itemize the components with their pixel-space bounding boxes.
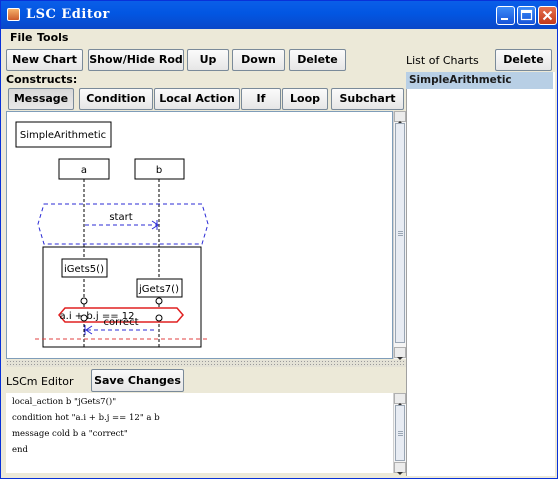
close-icon (542, 10, 553, 21)
app-icon (7, 8, 20, 21)
chart-name-label: SimpleArithmetic (20, 130, 106, 141)
construct-condition-button[interactable]: Condition (79, 88, 153, 110)
constructs-label: Constructs: (6, 73, 78, 86)
charts-list (406, 72, 555, 476)
lsc-diagram: SimpleArithmetic a b start iGets5() jGet… (15, 121, 210, 348)
lscm-text-area[interactable]: local_action b "jGets7()" condition hot … (6, 393, 393, 473)
minimize-button[interactable] (496, 6, 515, 25)
condition-anchor-b-top (155, 297, 163, 305)
code-line-2: condition hot "a.i + b.j == 12" a b (12, 413, 160, 423)
maximize-icon (520, 9, 533, 21)
scroll-down-button[interactable] (394, 347, 406, 360)
arrow-down-icon (397, 472, 403, 475)
main-window: LSC Editor File Tools New Chart Show/Hid… (0, 0, 558, 479)
charts-list-label: List of Charts (406, 54, 479, 67)
editor-scroll-down-button[interactable] (394, 462, 406, 475)
splitter[interactable] (6, 360, 406, 367)
scroll-thumb[interactable] (395, 123, 405, 343)
down-button[interactable]: Down (232, 49, 285, 71)
code-line-3: message cold b a "correct" (12, 429, 128, 439)
condition-anchor-a-top (80, 297, 88, 305)
code-line-4: end (12, 445, 28, 455)
construct-local-action-button[interactable]: Local Action (154, 88, 240, 110)
diagram-canvas[interactable]: SimpleArithmetic a b start iGets5() jGet… (6, 111, 393, 359)
construct-message-button[interactable]: Message (8, 88, 74, 110)
main-message-label: correct (103, 317, 138, 328)
instance-a-label: a (81, 165, 87, 176)
window-title: LSC Editor (26, 7, 110, 22)
condition-anchor-a (80, 314, 88, 322)
local-action-b-label: jGets7() (138, 284, 179, 295)
code-line-1: local_action b "jGets7()" (12, 397, 117, 407)
close-button[interactable] (538, 6, 557, 25)
new-chart-button[interactable]: New Chart (6, 49, 83, 71)
maximize-button[interactable] (517, 6, 536, 25)
menu-bar: File Tools (1, 29, 557, 47)
up-button[interactable]: Up (187, 49, 229, 71)
delete-chart-button[interactable]: Delete (495, 49, 552, 71)
prechart[interactable] (37, 203, 209, 245)
delete-construct-button[interactable]: Delete (289, 49, 346, 71)
editor-scroll-thumb[interactable] (395, 405, 405, 461)
menu-tools[interactable]: Tools (37, 31, 68, 44)
save-changes-button[interactable]: Save Changes (91, 369, 184, 392)
instance-b-label: b (156, 165, 162, 176)
chart-list-item[interactable]: SimpleArithmetic (406, 72, 553, 89)
diagram-vscrollbar[interactable] (393, 111, 406, 360)
editor-vscrollbar[interactable] (393, 393, 406, 475)
condition-anchor-b (155, 314, 163, 322)
show-hide-rod-button[interactable]: Show/Hide Rod (88, 49, 184, 71)
scroll-up-button[interactable] (394, 111, 406, 124)
title-bar[interactable]: LSC Editor (1, 1, 557, 29)
construct-loop-button[interactable]: Loop (282, 88, 328, 110)
local-action-a-label: iGets5() (64, 264, 104, 275)
editor-scroll-up-button[interactable] (394, 393, 406, 406)
lscm-editor-label: LSCm Editor (6, 375, 74, 388)
minimize-icon (501, 18, 508, 20)
construct-subchart-button[interactable]: Subchart (331, 88, 404, 110)
construct-if-button[interactable]: If (241, 88, 281, 110)
prechart-message-label: start (109, 212, 132, 223)
menu-file[interactable]: File (10, 31, 33, 44)
